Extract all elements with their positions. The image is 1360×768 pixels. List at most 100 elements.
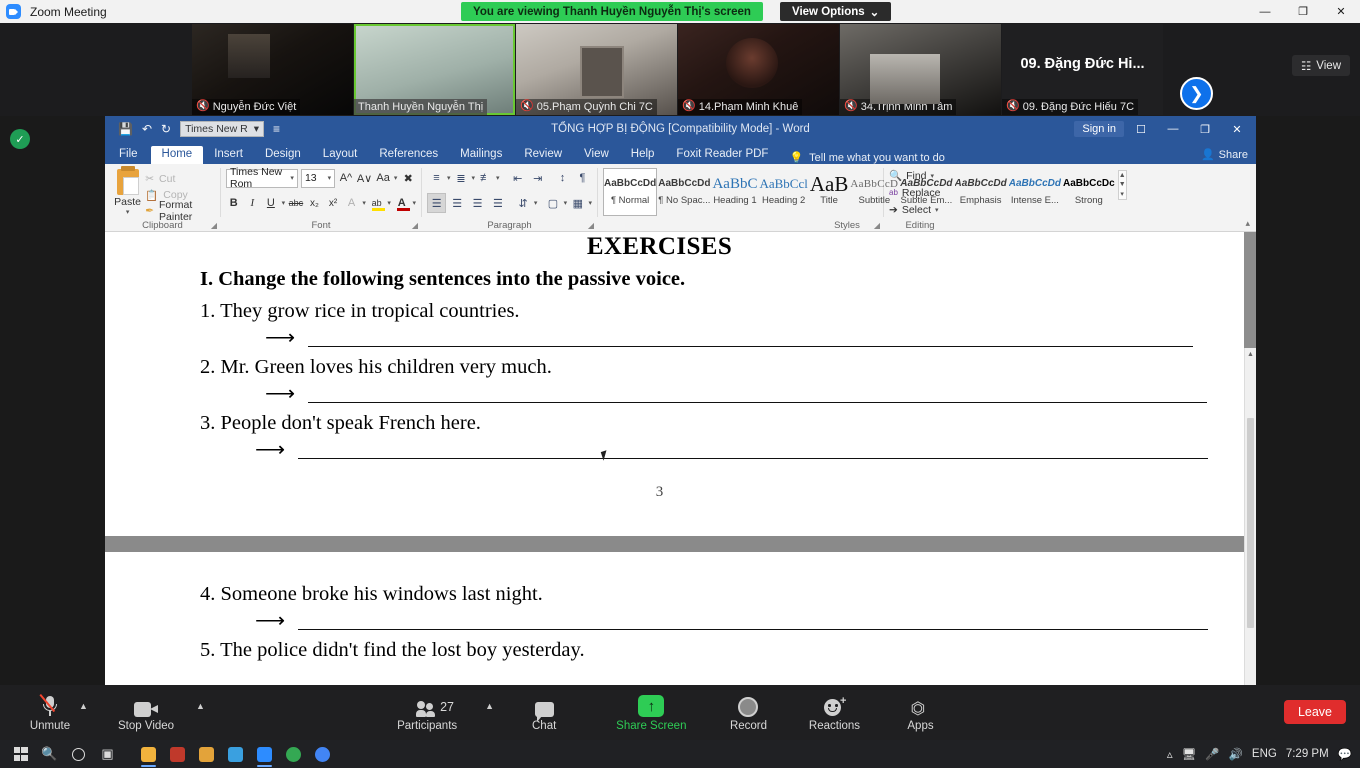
decrease-indent-icon[interactable]: ⇤: [508, 168, 527, 188]
collapse-ribbon-button[interactable]: ▴: [1245, 218, 1250, 229]
microphone-icon[interactable]: 🎤: [1205, 747, 1219, 761]
tab-review[interactable]: Review: [513, 146, 573, 165]
view-layout-button[interactable]: ☷ View: [1291, 55, 1350, 76]
cortana-circle-icon[interactable]: [64, 740, 93, 768]
participant-thumbnail[interactable]: 🔇 05.Phạm Quỳnh Chi 7C: [516, 24, 677, 115]
browser-icon[interactable]: [221, 740, 250, 768]
scrollbar-thumb[interactable]: [1247, 418, 1254, 628]
file-explorer-icon[interactable]: [134, 740, 163, 768]
find-button[interactable]: 🔍 Find ▾: [889, 167, 951, 184]
tab-file[interactable]: File: [105, 146, 151, 165]
font-name-box[interactable]: Times New Rom ▾: [226, 166, 298, 190]
video-options-caret-icon[interactable]: ▲: [196, 701, 205, 711]
language-indicator[interactable]: ENG: [1252, 748, 1277, 760]
scroll-down-icon[interactable]: ▼: [1119, 180, 1126, 189]
replace-button[interactable]: ab Replace: [889, 184, 951, 201]
text-effects-icon[interactable]: A: [344, 194, 360, 213]
scroll-up-icon[interactable]: ▲: [1245, 348, 1256, 361]
ribbon-display-options-icon[interactable]: ☐: [1126, 116, 1156, 142]
sign-in-button[interactable]: Sign in: [1074, 121, 1124, 137]
clipboard-dialog-launcher[interactable]: ◢: [211, 221, 217, 230]
style-emphasis[interactable]: AaBbCcDd Emphasis: [954, 168, 1008, 216]
clear-formatting-icon[interactable]: ✖: [400, 169, 416, 188]
share-button[interactable]: 👤 Share: [1201, 148, 1248, 162]
participants-button[interactable]: 27 Participants ▲: [397, 693, 494, 732]
tab-mailings[interactable]: Mailings: [449, 146, 513, 165]
leave-meeting-button[interactable]: Leave: [1283, 700, 1346, 724]
undo-icon[interactable]: ↶: [142, 122, 152, 136]
styles-more-icon[interactable]: ▾: [1119, 190, 1126, 199]
styles-gallery-scrollbar[interactable]: ▲ ▼ ▾: [1117, 170, 1127, 200]
line-spacing-icon[interactable]: ⇵: [513, 193, 532, 213]
tell-me-search[interactable]: 💡 Tell me what you want to do: [789, 151, 944, 165]
paragraph-mark-icon[interactable]: ¶: [573, 168, 592, 188]
audio-options-caret-icon[interactable]: ▲: [79, 701, 88, 711]
bold-button[interactable]: B: [226, 194, 242, 213]
change-case-button[interactable]: Aa: [375, 169, 391, 188]
lock-app-icon[interactable]: [163, 740, 192, 768]
filmstrip-next-page-button[interactable]: ❯: [1180, 77, 1213, 110]
share-screen-button[interactable]: ↑ Share Screen: [616, 693, 686, 732]
tab-view[interactable]: View: [573, 146, 620, 165]
network-icon[interactable]: 🖥: [1182, 747, 1197, 761]
paragraph-dialog-launcher[interactable]: ◢: [588, 221, 594, 230]
font-color-icon[interactable]: A: [394, 194, 410, 213]
word-document-canvas[interactable]: EXERCISES I. Change the following senten…: [105, 232, 1256, 685]
answer-blank-line[interactable]: [308, 384, 1208, 403]
tab-design[interactable]: Design: [254, 146, 312, 165]
subscript-button[interactable]: x₂: [307, 194, 323, 213]
bullet-list-icon[interactable]: ≡: [427, 168, 446, 188]
tab-insert[interactable]: Insert: [203, 146, 254, 165]
cut-button[interactable]: ✂ Cut: [145, 171, 215, 187]
font-dialog-launcher[interactable]: ◢: [412, 221, 418, 230]
tab-help[interactable]: Help: [620, 146, 666, 165]
increase-indent-icon[interactable]: ⇥: [528, 168, 547, 188]
tab-references[interactable]: References: [368, 146, 449, 165]
align-right-icon[interactable]: ☰: [468, 193, 487, 213]
style-normal[interactable]: AaBbCcDd ¶ Normal: [603, 168, 658, 216]
save-icon[interactable]: 💾: [118, 122, 133, 136]
zoom-close-button[interactable]: ✕: [1322, 0, 1360, 23]
word-restore-button[interactable]: ❐: [1190, 116, 1220, 142]
grow-font-icon[interactable]: A^: [338, 169, 354, 188]
task-view-icon[interactable]: ▣: [93, 740, 122, 768]
participant-thumbnail[interactable]: 🔇 14.Phạm Minh Khuê: [678, 24, 839, 115]
apps-button[interactable]: ⏣ Apps: [894, 693, 946, 732]
shrink-font-icon[interactable]: A∨: [357, 169, 373, 188]
style-no-spacing[interactable]: AaBbCcDd ¶ No Spac...: [657, 168, 711, 216]
clock[interactable]: 7:29 PM: [1286, 748, 1329, 760]
format-painter-button[interactable]: ✒ Format Painter: [145, 199, 215, 223]
underline-button[interactable]: U: [263, 194, 279, 213]
participant-thumbnail[interactable]: 🔇 Nguyễn Đức Việt: [192, 24, 353, 115]
record-button[interactable]: Record: [722, 693, 774, 732]
chrome-icon-2[interactable]: [308, 740, 337, 768]
word-close-button[interactable]: ✕: [1222, 116, 1252, 142]
word-minimize-button[interactable]: —: [1158, 116, 1188, 142]
participant-thumbnail-active-speaker[interactable]: Thanh Huyền Nguyễn Thị: [354, 24, 515, 115]
quick-font-box[interactable]: Times New R ▾: [180, 121, 264, 137]
search-icon[interactable]: 🔍: [35, 740, 64, 768]
notifications-icon[interactable]: 💬: [1338, 747, 1352, 761]
select-button[interactable]: ➔ Select ▾: [889, 201, 951, 218]
sort-icon[interactable]: ↕: [553, 168, 572, 188]
justify-icon[interactable]: ☰: [488, 193, 507, 213]
chrome-icon[interactable]: [279, 740, 308, 768]
show-hidden-icons-icon[interactable]: ▵: [1167, 747, 1173, 761]
volume-icon[interactable]: 🔊: [1229, 747, 1243, 761]
windows-start-icon[interactable]: [6, 740, 35, 768]
customize-quick-access-icon[interactable]: ≡: [273, 122, 280, 136]
align-left-icon[interactable]: ☰: [427, 193, 447, 213]
text-highlight-icon[interactable]: ab: [369, 194, 385, 213]
tab-layout[interactable]: Layout: [312, 146, 369, 165]
view-options-button[interactable]: View Options ⌄: [780, 2, 892, 21]
answer-blank-line[interactable]: [298, 440, 1209, 459]
tab-home[interactable]: Home: [150, 145, 204, 164]
numbered-list-icon[interactable]: ≣: [452, 168, 471, 188]
answer-blank-line[interactable]: [308, 328, 1194, 347]
align-center-icon[interactable]: ☰: [447, 193, 466, 213]
answer-blank-line[interactable]: [298, 611, 1209, 630]
redo-icon[interactable]: ↻: [161, 122, 171, 136]
participants-caret-icon[interactable]: ▲: [485, 701, 494, 711]
chat-button[interactable]: Chat: [518, 693, 570, 732]
zoom-app-icon[interactable]: [250, 740, 279, 768]
